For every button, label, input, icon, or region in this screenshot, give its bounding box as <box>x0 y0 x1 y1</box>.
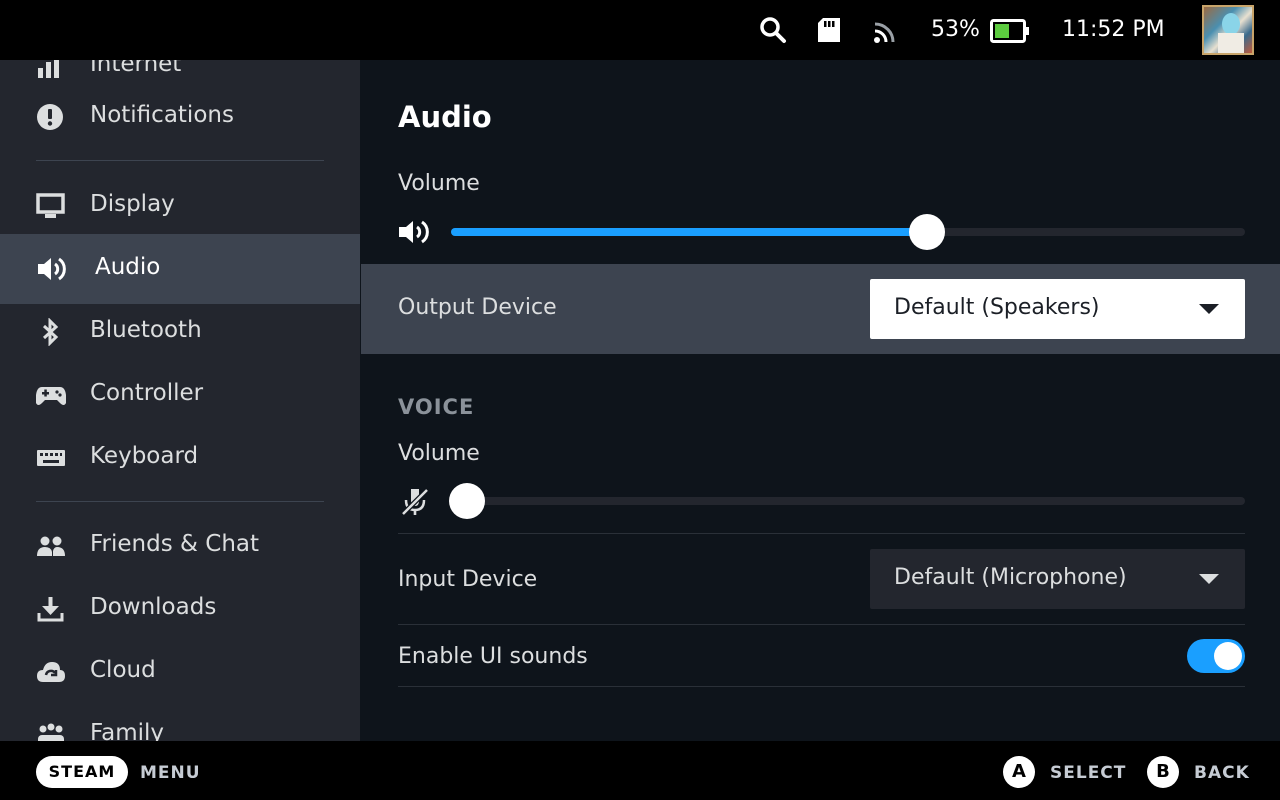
battery-icon <box>990 19 1030 43</box>
input-device-dropdown[interactable]: Default (Microphone) <box>870 549 1245 609</box>
chevron-down-icon <box>1199 574 1219 584</box>
sidebar-item-label: Internet <box>90 60 182 77</box>
output-device-label: Output Device <box>398 295 557 320</box>
sidebar-item-label: Downloads <box>90 594 217 620</box>
output-device-row[interactable]: Output Device Default (Speakers) <box>361 264 1280 354</box>
cloud-icon <box>36 658 66 686</box>
a-button-icon[interactable]: A <box>1003 756 1035 788</box>
search-icon[interactable] <box>759 16 787 44</box>
status-bar: 53% 11:52 PM <box>0 0 1280 60</box>
ui-sounds-label: Enable UI sounds <box>398 644 588 669</box>
avatar[interactable] <box>1202 5 1254 55</box>
sidebar-item-label: Controller <box>90 380 204 406</box>
sd-card-icon <box>817 17 841 43</box>
select-label: SELECT <box>1050 763 1127 783</box>
sidebar-item-label: Cloud <box>90 657 156 683</box>
voice-volume-slider-handle[interactable] <box>449 483 485 519</box>
output-device-value: Default (Speakers) <box>894 295 1100 320</box>
sidebar-item-audio[interactable]: Audio <box>0 234 360 304</box>
sidebar-item-label: Bluetooth <box>90 317 202 343</box>
mic-muted-icon <box>398 485 432 523</box>
friends-icon <box>36 532 66 560</box>
b-button-icon[interactable]: B <box>1147 756 1179 788</box>
sidebar-item-friends-chat[interactable]: Friends & Chat <box>0 514 360 577</box>
output-device-dropdown[interactable]: Default (Speakers) <box>870 279 1245 339</box>
keyboard-icon <box>36 444 66 472</box>
speaker-icon <box>36 255 66 283</box>
sidebar-item-cloud[interactable]: Cloud <box>0 640 360 703</box>
volume-slider-handle[interactable] <box>909 214 945 250</box>
sidebar-item-display[interactable]: Display <box>0 174 360 237</box>
steam-button[interactable]: STEAM <box>36 756 128 788</box>
wifi-icon <box>36 60 66 80</box>
sidebar-item-label: Audio <box>95 254 161 280</box>
sidebar-item-label: Notifications <box>90 102 234 128</box>
volume-label: Volume <box>398 171 480 196</box>
voice-volume-slider[interactable] <box>449 483 1245 519</box>
sidebar-item-label: Display <box>90 191 175 217</box>
sidebar-item-label: Keyboard <box>90 443 199 469</box>
alert-icon <box>36 103 66 131</box>
row-separator <box>398 686 1245 687</box>
input-device-label: Input Device <box>398 567 538 592</box>
sidebar-item-notifications[interactable]: Notifications <box>0 85 360 148</box>
menu-label: MENU <box>140 763 201 783</box>
download-icon <box>36 595 66 623</box>
sidebar-item-label: Friends & Chat <box>90 531 260 557</box>
row-separator <box>398 624 1245 625</box>
sidebar-item-downloads[interactable]: Downloads <box>0 577 360 640</box>
sidebar-divider <box>36 160 324 161</box>
sidebar-item-controller[interactable]: Controller <box>0 363 360 426</box>
sidebar-divider <box>36 501 324 502</box>
monitor-icon <box>36 192 66 220</box>
footer-bar: STEAM MENU A SELECT B BACK <box>0 741 1280 800</box>
voice-volume-label: Volume <box>398 441 480 466</box>
chevron-down-icon <box>1199 304 1219 314</box>
toggle-knob <box>1214 642 1242 670</box>
sidebar-item-label: Family <box>90 720 165 741</box>
input-device-value: Default (Microphone) <box>894 565 1127 590</box>
sidebar: Internet Notifications Display Audio Blu… <box>0 60 360 741</box>
gamepad-icon <box>36 381 66 409</box>
sidebar-item-keyboard[interactable]: Keyboard <box>0 426 360 489</box>
voice-section-title: VOICE <box>398 395 475 419</box>
speaker-icon <box>398 217 432 251</box>
wifi-icon <box>873 18 899 44</box>
clock: 11:52 PM <box>1062 17 1165 42</box>
page-title: Audio <box>398 100 492 134</box>
audio-settings-panel: Audio Volume Output Device Default (Spea… <box>361 60 1280 741</box>
battery-percent: 53% <box>931 17 980 42</box>
bluetooth-icon <box>36 317 66 347</box>
volume-slider-fill <box>451 228 927 236</box>
volume-slider[interactable] <box>451 214 1245 250</box>
sidebar-item-bluetooth[interactable]: Bluetooth <box>0 300 360 363</box>
sidebar-item-family[interactable]: Family <box>0 703 360 741</box>
back-label: BACK <box>1194 763 1250 783</box>
row-separator <box>398 533 1245 534</box>
family-icon <box>36 721 66 741</box>
ui-sounds-toggle[interactable] <box>1187 639 1245 673</box>
